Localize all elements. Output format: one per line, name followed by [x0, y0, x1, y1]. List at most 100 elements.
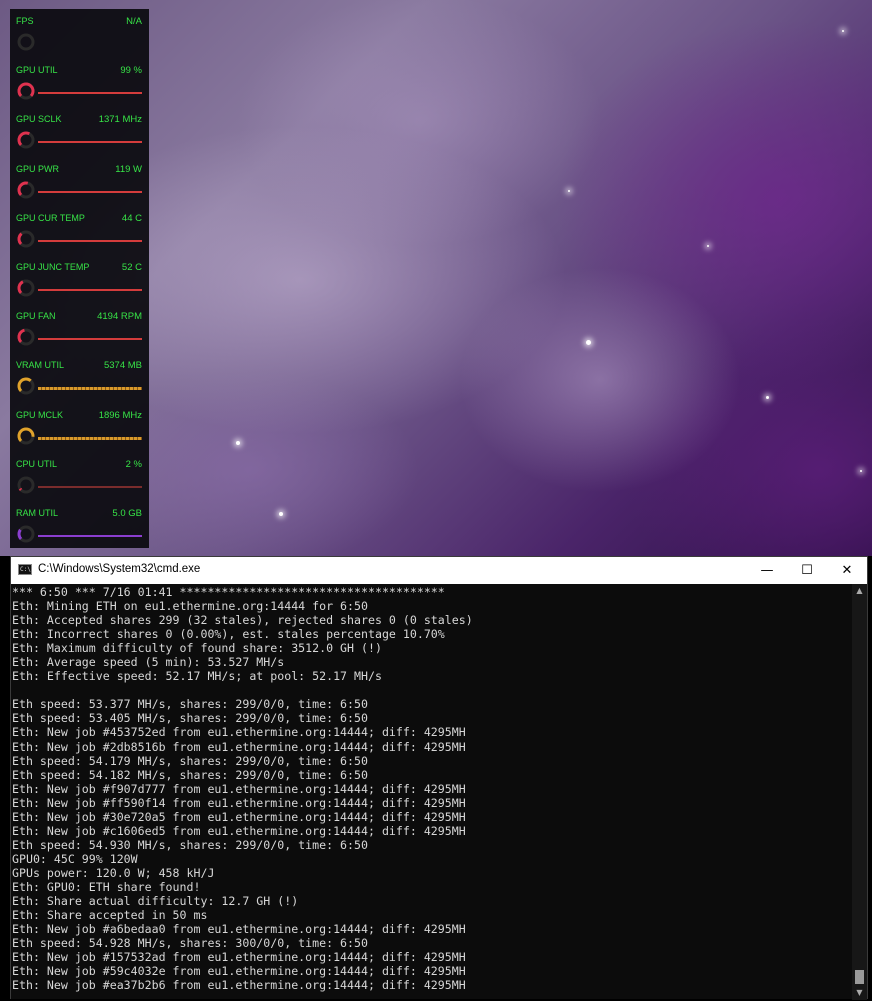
console-line: Eth: Share actual difficulty: 12.7 GH (!…: [12, 894, 299, 909]
metric-value: 1371 MHz: [98, 114, 142, 126]
metric-bar: [38, 436, 142, 440]
metric-value: 1896 MHz: [98, 409, 142, 421]
performance-overlay: FPS N/A GPU UTIL 99 % GPU SCLK 1371 MHz GPU PW…: [10, 9, 149, 548]
scrollbar-thumb[interactable]: [855, 970, 864, 984]
console-line: Eth: Maximum difficulty of found share: …: [12, 641, 382, 656]
metric-label: GPU PWR: [16, 163, 60, 174]
gauge-track: [17, 525, 35, 543]
minimize-button[interactable]: —: [747, 557, 787, 584]
console-line: Eth: Accepted shares 299 (32 stales), re…: [12, 613, 473, 628]
gauge-icon: [17, 427, 35, 445]
console-line: Eth: New job #157532ad from eu1.ethermin…: [12, 950, 466, 965]
wallpaper-star: [842, 30, 844, 32]
metric-value: 4194 RPM: [97, 311, 142, 323]
gauge-icon: [17, 279, 35, 297]
metric-row: GPU SCLK 1371 MHz: [10, 107, 149, 156]
metric-value: 2 %: [125, 458, 142, 470]
console-line: Eth: New job #30e720a5 from eu1.ethermin…: [12, 809, 466, 824]
wallpaper-star: [586, 340, 591, 345]
metric-row: RAM UTIL 5.0 GB: [10, 501, 149, 550]
gauge-icon: [17, 328, 35, 346]
console-line: Eth speed: 54.182 MH/s, shares: 299/0/0,…: [12, 767, 368, 782]
title-bar[interactable]: C:\ C:\Windows\System32\cmd.exe — ☐ ✕: [11, 557, 867, 584]
console-line: Eth: Mining ETH on eu1.ethermine.org:144…: [12, 599, 368, 614]
metric-label: RAM UTIL: [16, 508, 59, 518]
metric-label: CPU UTIL: [16, 458, 58, 469]
maximize-button[interactable]: ☐: [787, 557, 827, 584]
wallpaper-star: [236, 441, 240, 445]
metric-label: GPU MCLK: [16, 409, 64, 420]
vertical-scrollbar[interactable]: ▲ ▼: [852, 584, 867, 1000]
metric-label: GPU FAN: [16, 311, 56, 322]
console-line: Eth speed: 53.377 MH/s, shares: 299/0/0,…: [12, 697, 368, 712]
console-line: Eth: Share accepted in 50 ms: [12, 908, 208, 923]
console-line: Eth: Average speed (5 min): 53.527 MH/s: [12, 655, 285, 670]
metric-bar: [38, 92, 142, 95]
wallpaper-star: [568, 190, 570, 192]
scroll-up-arrow-icon[interactable]: ▲: [852, 584, 867, 598]
wallpaper-star: [707, 245, 709, 247]
gauge-icon: [17, 230, 35, 248]
wallpaper-star: [860, 470, 862, 472]
metric-value: 5.0 GB: [112, 508, 142, 519]
console-line: Eth: New job #ff590f14 from eu1.ethermin…: [12, 795, 466, 810]
gauge-icon: [17, 33, 35, 51]
console-line: Eth speed: 54.179 MH/s, shares: 299/0/0,…: [12, 753, 368, 768]
cmd-window[interactable]: C:\ C:\Windows\System32\cmd.exe — ☐ ✕ **…: [10, 556, 868, 1001]
metric-value: 5374 MB: [103, 360, 142, 372]
close-button[interactable]: ✕: [827, 557, 867, 584]
metric-row: GPU FAN 4194 RPM: [10, 304, 149, 353]
metric-row: VRAM UTIL 5374 MB: [10, 353, 149, 402]
metric-row: FPS N/A: [10, 9, 149, 58]
metric-row: GPU PWR 119 W: [10, 157, 149, 206]
gauge-icon: [17, 377, 35, 395]
wallpaper-star: [766, 396, 769, 399]
metric-value: 52 C: [121, 262, 142, 273]
console-line: Eth: GPU0: ETH share found!: [12, 879, 201, 894]
window-title: C:\Windows\System32\cmd.exe: [38, 563, 201, 575]
metric-bar: [38, 141, 142, 144]
metric-bar: [38, 485, 142, 488]
console-line: GPU0: 45C 99% 120W: [12, 851, 138, 866]
console-line: Eth: New job #453752ed from eu1.ethermin…: [12, 725, 466, 740]
metric-bar: [38, 190, 142, 193]
console-line: Eth: Incorrect shares 0 (0.00%), est. st…: [12, 627, 445, 642]
metric-value: 119 W: [115, 163, 142, 175]
metric-label: GPU JUNC TEMP: [16, 262, 90, 272]
gauge-icon: [17, 181, 35, 199]
metric-label: GPU UTIL: [16, 65, 58, 76]
metric-label: VRAM UTIL: [16, 360, 65, 371]
console-line: GPUs power: 120.0 W; 458 kH/J: [12, 865, 215, 880]
metric-bar: [38, 387, 142, 391]
metric-bar: [38, 289, 142, 291]
metric-value: 44 C: [121, 212, 142, 224]
console-line: *** 6:50 *** 7/16 01:41 ****************…: [12, 585, 445, 599]
console-output[interactable]: *** 6:50 *** 7/16 01:41 ****************…: [12, 584, 852, 1001]
metric-value: N/A: [126, 16, 142, 27]
console-line: Eth speed: 54.928 MH/s, shares: 300/0/0,…: [12, 936, 368, 951]
gauge-icon: [17, 476, 35, 494]
console-line: Eth speed: 54.930 MH/s, shares: 299/0/0,…: [12, 837, 368, 852]
metric-label: GPU SCLK: [16, 114, 62, 125]
wallpaper-star: [279, 512, 283, 516]
metric-row: GPU MCLK 1896 MHz: [10, 403, 149, 452]
console-line: Eth: New job #ea37b2b6 from eu1.ethermin…: [12, 978, 466, 993]
console-line: Eth: New job #c1606ed5 from eu1.ethermin…: [12, 823, 466, 838]
console-line: Eth: Effective speed: 52.17 MH/s; at poo…: [12, 669, 382, 684]
console-line: Eth: New job #59c4032e from eu1.ethermin…: [12, 964, 466, 979]
console-line: Eth: New job #f907d777 from eu1.ethermin…: [12, 781, 466, 796]
metric-row: GPU CUR TEMP 44 C: [10, 206, 149, 255]
metric-row: GPU UTIL 99 %: [10, 58, 149, 107]
metric-bar: [38, 239, 142, 242]
console-line: Eth speed: 53.405 MH/s, shares: 299/0/0,…: [12, 711, 368, 726]
metric-label: FPS: [16, 16, 34, 26]
scroll-down-arrow-icon[interactable]: ▼: [852, 986, 867, 1000]
gauge-icon: [17, 131, 35, 149]
metric-bar: [38, 338, 142, 341]
console-line: Eth: New job #a6bedaa0 from eu1.ethermin…: [12, 922, 466, 937]
console-line: Eth: New job #2db8516b from eu1.ethermin…: [12, 739, 466, 754]
metric-bar: [38, 535, 142, 537]
metric-label: GPU CUR TEMP: [16, 212, 85, 223]
metric-row: GPU JUNC TEMP 52 C: [10, 255, 149, 304]
